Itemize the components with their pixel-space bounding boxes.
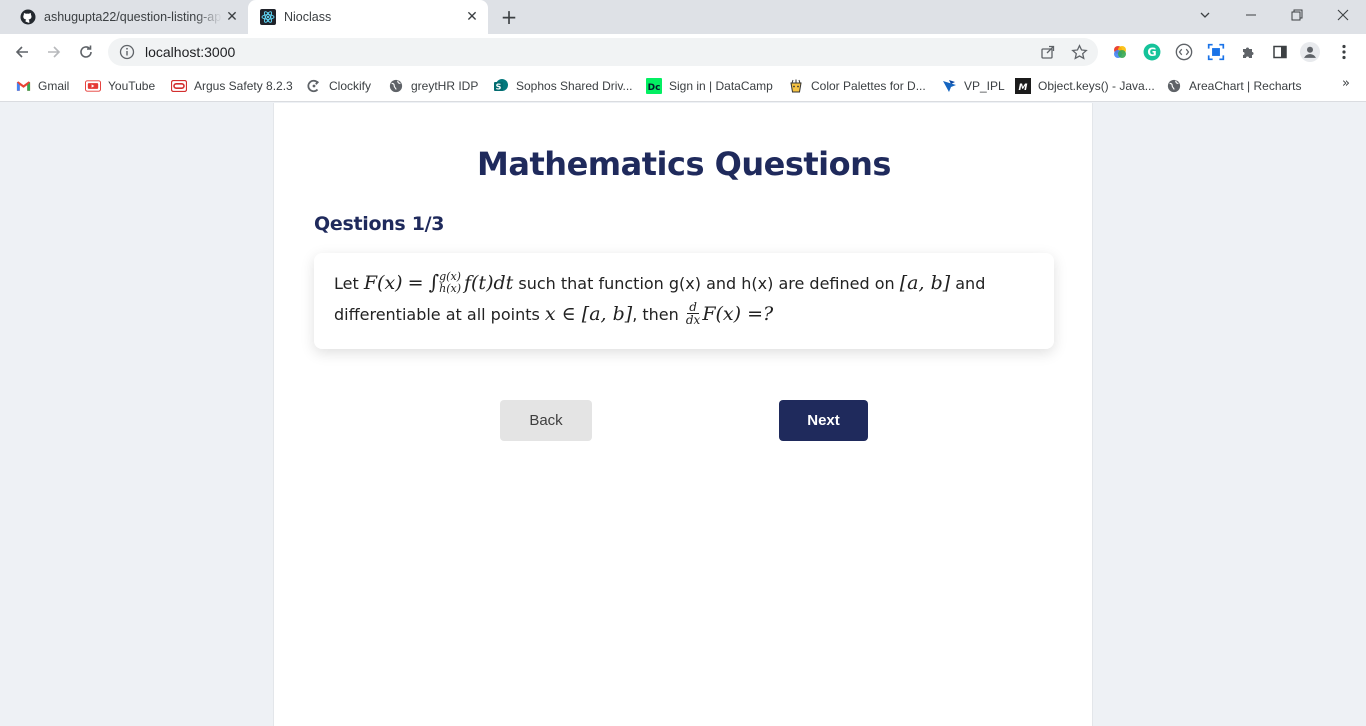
tab-title: Nioclass — [284, 10, 332, 24]
back-button[interactable]: Back — [500, 400, 592, 441]
lower-limit: h(x) — [439, 281, 461, 295]
address-bar[interactable]: localhost:3000 — [108, 38, 1098, 66]
next-button[interactable]: Next — [779, 400, 868, 441]
bookmark-label: Object.keys() - Java... — [1038, 79, 1155, 93]
bookmark-star-icon[interactable] — [1067, 40, 1091, 64]
menu-kebab-icon[interactable] — [1334, 42, 1354, 62]
close-window-icon[interactable] — [1320, 0, 1366, 30]
extensions-puzzle-icon[interactable] — [1238, 42, 1258, 62]
bookmark-sophos[interactable]: S Sophos Shared Driv... — [493, 76, 633, 96]
question-counter: Qestions 1/3 — [314, 213, 445, 235]
question-text: differentiable at all points — [334, 305, 540, 324]
derivative-fraction: d dx — [686, 301, 700, 326]
tab-search-icon[interactable] — [1182, 0, 1228, 30]
question-line-2: differentiable at all points x ∈ [a, b],… — [334, 299, 1034, 330]
bookmark-label: VP_IPL — [964, 79, 1005, 93]
math-operator: = — [407, 272, 424, 294]
question-text: , then — [632, 305, 679, 324]
bookmark-label: AreaChart | Recharts — [1189, 79, 1302, 93]
svg-text:G: G — [1147, 46, 1156, 59]
clockify-icon — [306, 78, 322, 94]
close-tab-icon[interactable]: ✕ — [462, 7, 482, 27]
bookmark-recharts[interactable]: AreaChart | Recharts — [1166, 76, 1302, 96]
info-icon[interactable] — [119, 44, 135, 60]
bookmark-mdn[interactable]: M Object.keys() - Java... — [1015, 76, 1155, 96]
bookmark-label: greytHR IDP — [411, 79, 479, 93]
bookmark-datacamp[interactable]: Dc Sign in | DataCamp — [646, 76, 773, 96]
tab-github[interactable]: ashugupta22/question-listing-ap ✕ — [8, 0, 248, 34]
sharepoint-icon: S — [493, 78, 509, 94]
forward-arrow-icon[interactable] — [40, 38, 68, 66]
react-icon — [260, 9, 276, 25]
page-background: Mathematics Questions Qestions 1/3 Let F… — [0, 103, 1366, 726]
close-tab-icon[interactable]: ✕ — [222, 7, 242, 27]
grammarly-icon[interactable]: G — [1142, 42, 1162, 62]
youtube-icon — [85, 78, 101, 94]
svg-text:Dc: Dc — [648, 83, 661, 93]
share-icon[interactable] — [1036, 40, 1060, 64]
restore-icon[interactable] — [1274, 0, 1320, 30]
integrand: f(t)dt — [463, 272, 514, 294]
bookmark-color-palettes[interactable]: Color Palettes for D... — [788, 76, 926, 96]
bookmark-argus[interactable]: Argus Safety 8.2.3 — [171, 76, 293, 96]
math-expression: F(x) =? — [702, 303, 774, 325]
svg-text:M: M — [1019, 83, 1028, 93]
profile-avatar-icon[interactable] — [1300, 42, 1320, 62]
more-bookmarks-icon[interactable]: » — [1342, 76, 1350, 91]
question-text: such that function g(x) and h(x) are def… — [518, 274, 895, 293]
bookmark-gmail[interactable]: Gmail — [15, 76, 69, 96]
question-card: Let F(x) = ∫ g(x) h(x) f(t)dt such that fun… — [314, 253, 1054, 349]
bookmark-label: Gmail — [38, 79, 70, 93]
side-panel-icon[interactable] — [1270, 42, 1290, 62]
code-extension-icon[interactable] — [1174, 42, 1194, 62]
membership: x ∈ [a, b] — [544, 303, 633, 325]
fraction-denominator: dx — [685, 313, 701, 327]
page-title: Mathematics Questions — [477, 145, 891, 183]
back-arrow-icon[interactable] — [8, 38, 36, 66]
bookmark-vp-ipl[interactable]: VP_IPL — [941, 76, 1005, 96]
minimize-icon[interactable] — [1228, 0, 1274, 30]
bookmark-label: Clockify — [329, 79, 372, 93]
integral-limits: g(x) h(x) — [439, 269, 461, 295]
tab-title: ashugupta22/question-listing-ap — [44, 10, 222, 24]
bookmark-greythr[interactable]: greytHR IDP — [388, 76, 478, 96]
tab-nioclass[interactable]: Nioclass ✕ — [248, 0, 488, 34]
globe-icon — [1166, 78, 1182, 94]
question-panel: Mathematics Questions Qestions 1/3 Let F… — [273, 103, 1093, 726]
color-picker-extension-icon[interactable] — [1110, 42, 1130, 62]
question-text: Let — [334, 274, 359, 293]
browser-toolbar: localhost:3000 G — [0, 34, 1366, 70]
question-line-1: Let F(x) = ∫ g(x) h(x) f(t)dt such that fun… — [334, 267, 1034, 299]
bookmark-label: YouTube — [108, 79, 156, 93]
datacamp-icon: Dc — [646, 78, 662, 94]
bookmark-clockify[interactable]: Clockify — [306, 76, 371, 96]
oracle-icon — [171, 78, 187, 94]
browser-tab-strip: ashugupta22/question-listing-ap ✕ Niocla… — [0, 0, 1366, 34]
bookmark-youtube[interactable]: YouTube — [85, 76, 155, 96]
svg-text:S: S — [496, 83, 502, 92]
github-icon — [20, 9, 36, 25]
interval: [a, b] — [899, 272, 951, 294]
reload-icon[interactable] — [72, 38, 100, 66]
globe-icon — [388, 78, 404, 94]
palette-icon — [788, 78, 804, 94]
new-tab-icon[interactable]: + — [498, 5, 520, 29]
screenshot-extension-icon[interactable] — [1206, 42, 1226, 62]
upper-limit: g(x) — [439, 269, 461, 283]
gmail-icon — [15, 78, 31, 94]
bookmarks-bar: Gmail YouTube Argus Safety 8.2.3 Clockif… — [0, 70, 1366, 102]
bookmark-label: Color Palettes for D... — [811, 79, 926, 93]
vp-icon — [941, 78, 957, 94]
url-text: localhost:3000 — [145, 44, 236, 60]
integral-sign: ∫ — [428, 270, 440, 294]
bookmark-label: Argus Safety 8.2.3 — [194, 79, 293, 93]
math-expression: F(x) — [363, 272, 403, 294]
mdn-icon: M — [1015, 78, 1031, 94]
bookmark-label: Sophos Shared Driv... — [516, 79, 633, 93]
bookmark-label: Sign in | DataCamp — [669, 79, 773, 93]
question-text: and — [955, 274, 986, 293]
